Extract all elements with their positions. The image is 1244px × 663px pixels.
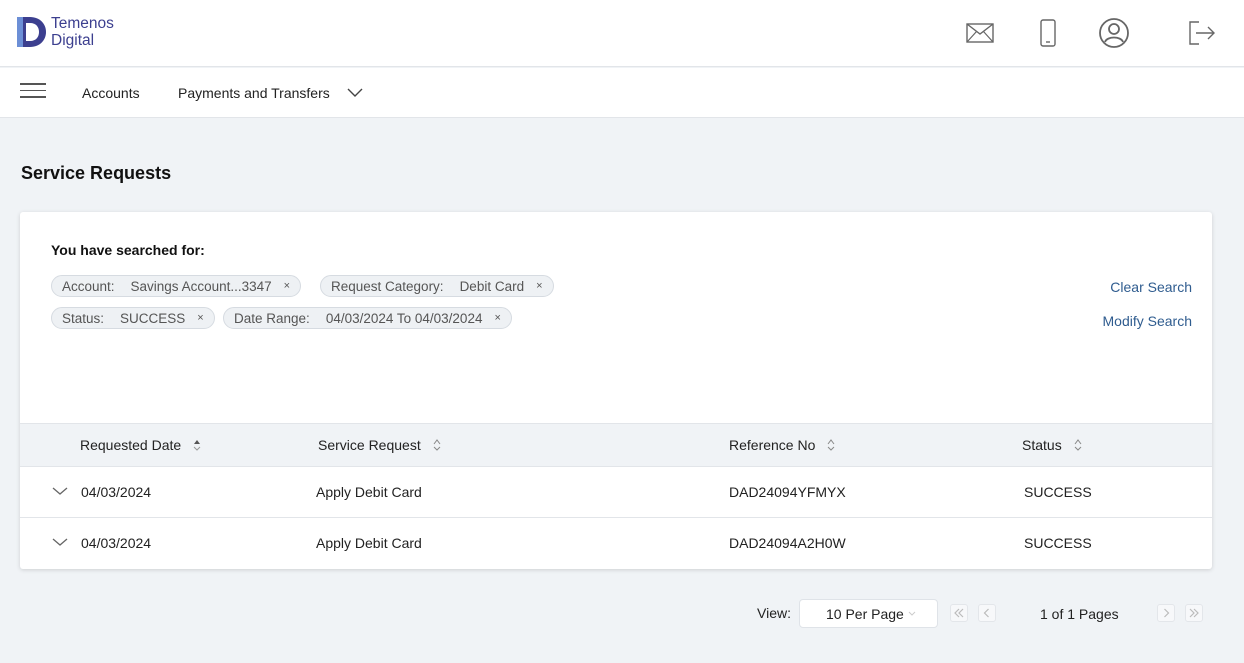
mobile-icon[interactable] [1031, 16, 1065, 50]
expand-row-chevron-icon[interactable] [52, 486, 68, 496]
brand-line2: Digital [51, 32, 95, 49]
table-row: 04/03/2024 Apply Debit Card DAD24094A2H0… [20, 518, 1212, 569]
sort-icon[interactable] [433, 439, 441, 451]
remove-filter-icon[interactable]: × [284, 280, 290, 292]
chevron-right-icon [1164, 608, 1170, 618]
logout-icon[interactable] [1185, 16, 1219, 50]
page-info: 1 of 1 Pages [1040, 606, 1119, 622]
column-label: Requested Date [80, 437, 182, 453]
chip-value: Debit Card [459, 278, 525, 294]
filter-chip-status: Status: SUCCESS × [51, 307, 215, 329]
remove-filter-icon[interactable]: × [536, 280, 542, 292]
column-label: Status [1022, 437, 1062, 453]
cell-reference-no: DAD24094YFMYX [729, 484, 846, 500]
column-header-status[interactable]: Status [1022, 437, 1082, 453]
profile-icon[interactable] [1097, 16, 1131, 50]
first-page-button[interactable] [950, 604, 968, 622]
per-page-value: 10 Per Page [826, 606, 904, 622]
temenos-logo-icon [17, 17, 46, 47]
double-chevron-right-icon [1189, 608, 1199, 618]
remove-filter-icon[interactable]: × [197, 312, 203, 324]
chip-value: Savings Account...3347 [130, 278, 272, 294]
chip-value: 04/03/2024 To 04/03/2024 [325, 310, 483, 326]
column-header-reference-no[interactable]: Reference No [729, 437, 835, 453]
per-page-select[interactable]: 10 Per Page [799, 599, 938, 628]
filter-chip-request-category: Request Category: Debit Card × [320, 275, 554, 297]
expand-row-chevron-icon[interactable] [52, 537, 68, 547]
chip-value: SUCCESS [120, 310, 186, 326]
view-label: View: [757, 605, 791, 621]
search-summary-heading: You have searched for: [51, 242, 205, 258]
last-page-button[interactable] [1185, 604, 1203, 622]
cell-status: SUCCESS [1024, 535, 1092, 551]
top-header: Temenos Digital [0, 0, 1244, 67]
double-chevron-left-icon [954, 608, 964, 618]
cell-requested-date: 04/03/2024 [81, 535, 152, 551]
chip-label: Date Range: [234, 310, 310, 326]
chevron-left-icon [983, 608, 989, 618]
brand-name: Temenos Digital [51, 15, 114, 49]
table-row: 04/03/2024 Apply Debit Card DAD24094YFMY… [20, 467, 1212, 518]
sort-icon[interactable] [1074, 439, 1082, 451]
filter-chip-date-range: Date Range: 04/03/2024 To 04/03/2024 × [223, 307, 512, 329]
cell-requested-date: 04/03/2024 [81, 484, 152, 500]
remove-filter-icon[interactable]: × [494, 312, 500, 324]
column-header-requested-date[interactable]: Requested Date [80, 437, 201, 453]
cell-service-request: Apply Debit Card [316, 484, 422, 500]
column-header-service-request[interactable]: Service Request [318, 437, 441, 453]
dropdown-caret-icon [908, 611, 916, 616]
chip-label: Request Category: [331, 278, 444, 294]
brand-logo[interactable]: Temenos Digital [17, 15, 127, 53]
cell-service-request: Apply Debit Card [316, 535, 422, 551]
cell-status: SUCCESS [1024, 484, 1092, 500]
brand-line1: Temenos [51, 15, 114, 32]
mail-icon[interactable] [963, 16, 997, 50]
sort-icon[interactable] [827, 439, 835, 451]
column-label: Reference No [729, 437, 816, 453]
chip-label: Status: [62, 310, 105, 326]
hamburger-menu-icon[interactable] [20, 83, 46, 103]
next-page-button[interactable] [1157, 604, 1175, 622]
nav-item-payments-transfers[interactable]: Payments and Transfers [178, 85, 330, 101]
previous-page-button[interactable] [978, 604, 996, 622]
sort-icon[interactable] [193, 439, 201, 451]
clear-search-link[interactable]: Clear Search [1110, 279, 1192, 295]
service-requests-card: You have searched for: Account: Savings … [20, 212, 1212, 569]
column-label: Service Request [318, 437, 421, 453]
modify-search-link[interactable]: Modify Search [1103, 313, 1192, 329]
cell-reference-no: DAD24094A2H0W [729, 535, 846, 551]
filter-chip-account: Account: Savings Account...3347 × [51, 275, 302, 297]
main-nav: Accounts Payments and Transfers [0, 68, 1244, 118]
table-header: Requested Date Service Request Reference… [20, 423, 1212, 467]
chevron-down-icon[interactable] [346, 86, 364, 98]
nav-item-accounts[interactable]: Accounts [82, 85, 140, 101]
chip-label: Account: [62, 278, 115, 294]
page-title: Service Requests [21, 163, 172, 183]
